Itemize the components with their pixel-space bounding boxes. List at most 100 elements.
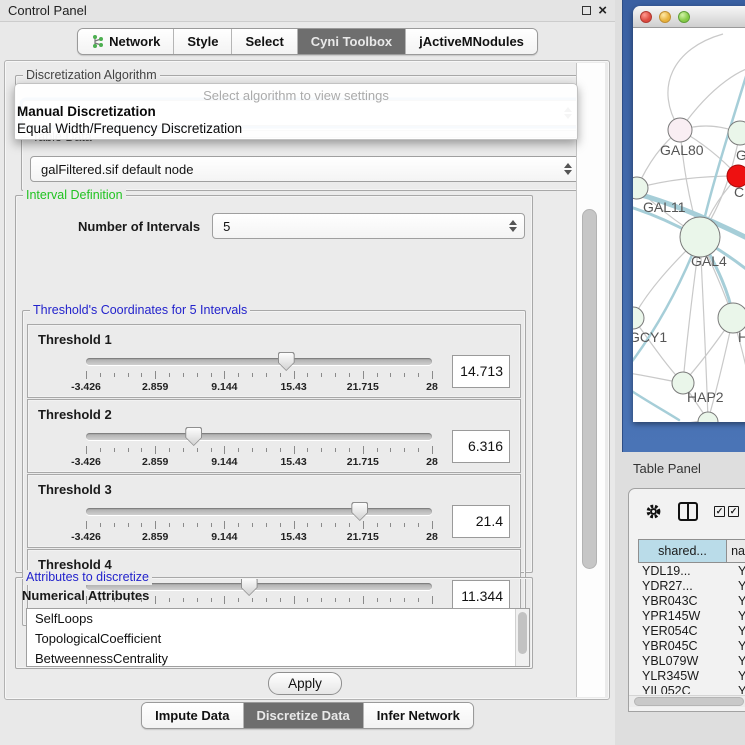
table-rows: YDL19...YDL1YDR27...YDR2YBR043CYBR0YPR14… bbox=[638, 563, 745, 694]
node-label-gcy1: GCY1 bbox=[633, 329, 667, 345]
thresholds-group-title: Threshold's Coordinates for 5 Intervals bbox=[30, 303, 250, 318]
table-row[interactable]: YLR345WYLR3 bbox=[638, 668, 745, 683]
minimize-window-icon[interactable] bbox=[659, 11, 671, 23]
network-view-panel: GAL80 G C GAL11 GAL4 GCY1 H HAP2 bbox=[622, 0, 745, 452]
node-label-gal11: GAL11 bbox=[643, 199, 686, 215]
split-columns-icon[interactable] bbox=[678, 502, 698, 521]
number-of-intervals-label: Number of Intervals bbox=[78, 219, 200, 234]
tab-jactivemnodules[interactable]: jActiveMNodules bbox=[406, 29, 537, 54]
attribute-list-items: SelfLoopsTopologicalCoefficientBetweenne… bbox=[27, 609, 529, 667]
threshold-title: Threshold 3 bbox=[38, 482, 512, 497]
slider-tick-labels: -3.4262.8599.14415.4321.71528 bbox=[86, 456, 432, 468]
network-node-gal4[interactable] bbox=[680, 217, 720, 257]
table-row[interactable]: YDL19...YDL1 bbox=[638, 563, 745, 578]
popup-item-equal-width[interactable]: Equal Width/Frequency Discretization bbox=[15, 120, 577, 137]
attributes-group-title: Attributes to discretize bbox=[23, 570, 152, 585]
close-panel-icon[interactable]: × bbox=[598, 5, 607, 17]
threshold-slider[interactable]: -3.4262.8599.14415.4321.71528 bbox=[86, 351, 432, 391]
cyni-toolbox-panel: Discretization Algorithm Select algorith… bbox=[4, 60, 610, 700]
slider-ticks bbox=[86, 371, 432, 380]
zoom-window-icon[interactable] bbox=[678, 11, 690, 23]
network-node-gcy1[interactable] bbox=[633, 307, 644, 329]
apply-button[interactable]: Apply bbox=[268, 672, 342, 695]
number-of-intervals-combo[interactable]: 5 bbox=[212, 213, 525, 239]
table-header-row: shared... na bbox=[638, 539, 745, 563]
interval-definition-group: Interval Definition Number of Intervals … bbox=[15, 195, 533, 573]
node-label-gal4: GAL4 bbox=[691, 253, 727, 269]
threshold-title: Threshold 2 bbox=[38, 407, 512, 422]
slider-thumb[interactable] bbox=[278, 352, 295, 371]
threshold-panel: Threshold 1 -3.4262.8599.14415.4321.7152… bbox=[27, 324, 521, 398]
table-data-combo[interactable]: galFiltered.sif default node bbox=[30, 156, 580, 182]
tab-impute-data[interactable]: Impute Data bbox=[142, 703, 243, 728]
right-column: GAL80 G C GAL11 GAL4 GCY1 H HAP2 Table P… bbox=[615, 0, 745, 745]
node-label-hap2: HAP2 bbox=[687, 389, 724, 405]
slider-thumb[interactable] bbox=[351, 502, 368, 521]
list-scrollbar[interactable] bbox=[515, 609, 529, 666]
table-row[interactable]: YBL079WYBL0 bbox=[638, 653, 745, 668]
combo-stepper-icon bbox=[509, 220, 517, 232]
threshold-value-field[interactable] bbox=[452, 505, 510, 538]
list-item[interactable]: TopologicalCoefficient bbox=[27, 629, 529, 649]
node-label-h-partial: H bbox=[738, 329, 745, 345]
table-panel-toolbar: ✓ ✓ bbox=[629, 489, 745, 533]
panel-vertical-scrollbar[interactable] bbox=[576, 63, 605, 697]
tab-discretize-data[interactable]: Discretize Data bbox=[244, 703, 364, 728]
float-window-icon[interactable] bbox=[582, 6, 591, 15]
tab-cyni-toolbox[interactable]: Cyni Toolbox bbox=[298, 29, 406, 54]
threshold-value-field[interactable] bbox=[452, 355, 510, 388]
numerical-attributes-list[interactable]: SelfLoopsTopologicalCoefficientBetweenne… bbox=[26, 608, 530, 667]
slider-tick-labels: -3.4262.8599.14415.4321.71528 bbox=[86, 531, 432, 543]
checkbox-icon-2[interactable]: ✓ bbox=[728, 506, 739, 517]
bottom-tab-group: Impute DataDiscretize DataInfer Network bbox=[141, 702, 474, 729]
node-label-c-partial: C bbox=[734, 184, 744, 200]
tab-style[interactable]: Style bbox=[174, 29, 232, 54]
table-panel: ✓ ✓ shared... na YDL19...YDL1YDR27...YDR… bbox=[628, 488, 745, 712]
column-header-shared-name[interactable]: shared... bbox=[639, 540, 727, 562]
network-tab-icon bbox=[91, 34, 104, 49]
table-row[interactable]: YDR27...YDR2 bbox=[638, 578, 745, 593]
table-row[interactable]: YER054CYER0 bbox=[638, 623, 745, 638]
network-window-titlebar bbox=[633, 6, 745, 28]
table-data-group: Table Data galFiltered.sif default node bbox=[21, 137, 587, 191]
slider-ticks bbox=[86, 521, 432, 530]
checkbox-icon-1[interactable]: ✓ bbox=[714, 506, 725, 517]
table-row[interactable]: YBR045CYBR0 bbox=[638, 638, 745, 653]
interval-definition-group-title: Interval Definition bbox=[23, 188, 126, 203]
list-scrollbar-thumb[interactable] bbox=[518, 612, 527, 654]
list-item[interactable]: BetweennessCentrality bbox=[27, 649, 529, 667]
slider-track[interactable] bbox=[86, 358, 432, 365]
network-node-partial-bottom[interactable] bbox=[698, 412, 718, 422]
tab-select[interactable]: Select bbox=[232, 29, 297, 54]
combo-stepper-icon bbox=[564, 163, 572, 175]
close-window-icon[interactable] bbox=[640, 11, 652, 23]
threshold-slider[interactable]: -3.4262.8599.14415.4321.71528 bbox=[86, 426, 432, 466]
threshold-title: Threshold 1 bbox=[38, 332, 512, 347]
table-row[interactable]: YBR043CYBR0 bbox=[638, 593, 745, 608]
tab-infer-network[interactable]: Infer Network bbox=[364, 703, 473, 728]
gear-icon[interactable] bbox=[645, 503, 662, 520]
tab-network[interactable]: Network bbox=[78, 29, 174, 54]
network-canvas[interactable]: GAL80 G C GAL11 GAL4 GCY1 H HAP2 bbox=[633, 28, 745, 422]
slider-thumb[interactable] bbox=[185, 427, 202, 446]
panel-scrollbar-thumb[interactable] bbox=[582, 209, 597, 569]
threshold-value-field[interactable] bbox=[452, 430, 510, 463]
table-row[interactable]: YIL052CYIL0 bbox=[638, 683, 745, 694]
bottom-tab-bar: Impute DataDiscretize DataInfer Network bbox=[0, 702, 615, 729]
slider-track[interactable] bbox=[86, 433, 432, 440]
network-node-gal80[interactable] bbox=[668, 118, 692, 142]
popup-item-manual[interactable]: Manual Discretization bbox=[15, 103, 577, 120]
slider-track[interactable] bbox=[86, 508, 432, 515]
list-item[interactable]: SelfLoops bbox=[27, 609, 529, 629]
table-panel-title: Table Panel bbox=[633, 461, 701, 476]
threshold-panel: Threshold 2 -3.4262.8599.14415.4321.7152… bbox=[27, 399, 521, 473]
threshold-slider[interactable]: -3.4262.8599.14415.4321.71528 bbox=[86, 501, 432, 541]
table-horizontal-scrollbar[interactable] bbox=[629, 695, 745, 707]
discretization-algorithm-group-title: Discretization Algorithm bbox=[23, 68, 160, 83]
control-panel: Control Panel × NetworkStyleSelectCyni T… bbox=[0, 0, 615, 745]
column-header-name[interactable]: na bbox=[727, 540, 745, 562]
control-panel-titlebar: Control Panel × bbox=[0, 0, 615, 22]
table-row[interactable]: YPR145WYPR1 bbox=[638, 608, 745, 623]
network-graph: GAL80 G C GAL11 GAL4 GCY1 H HAP2 bbox=[633, 28, 745, 422]
table-hscrollbar-thumb[interactable] bbox=[634, 697, 744, 706]
